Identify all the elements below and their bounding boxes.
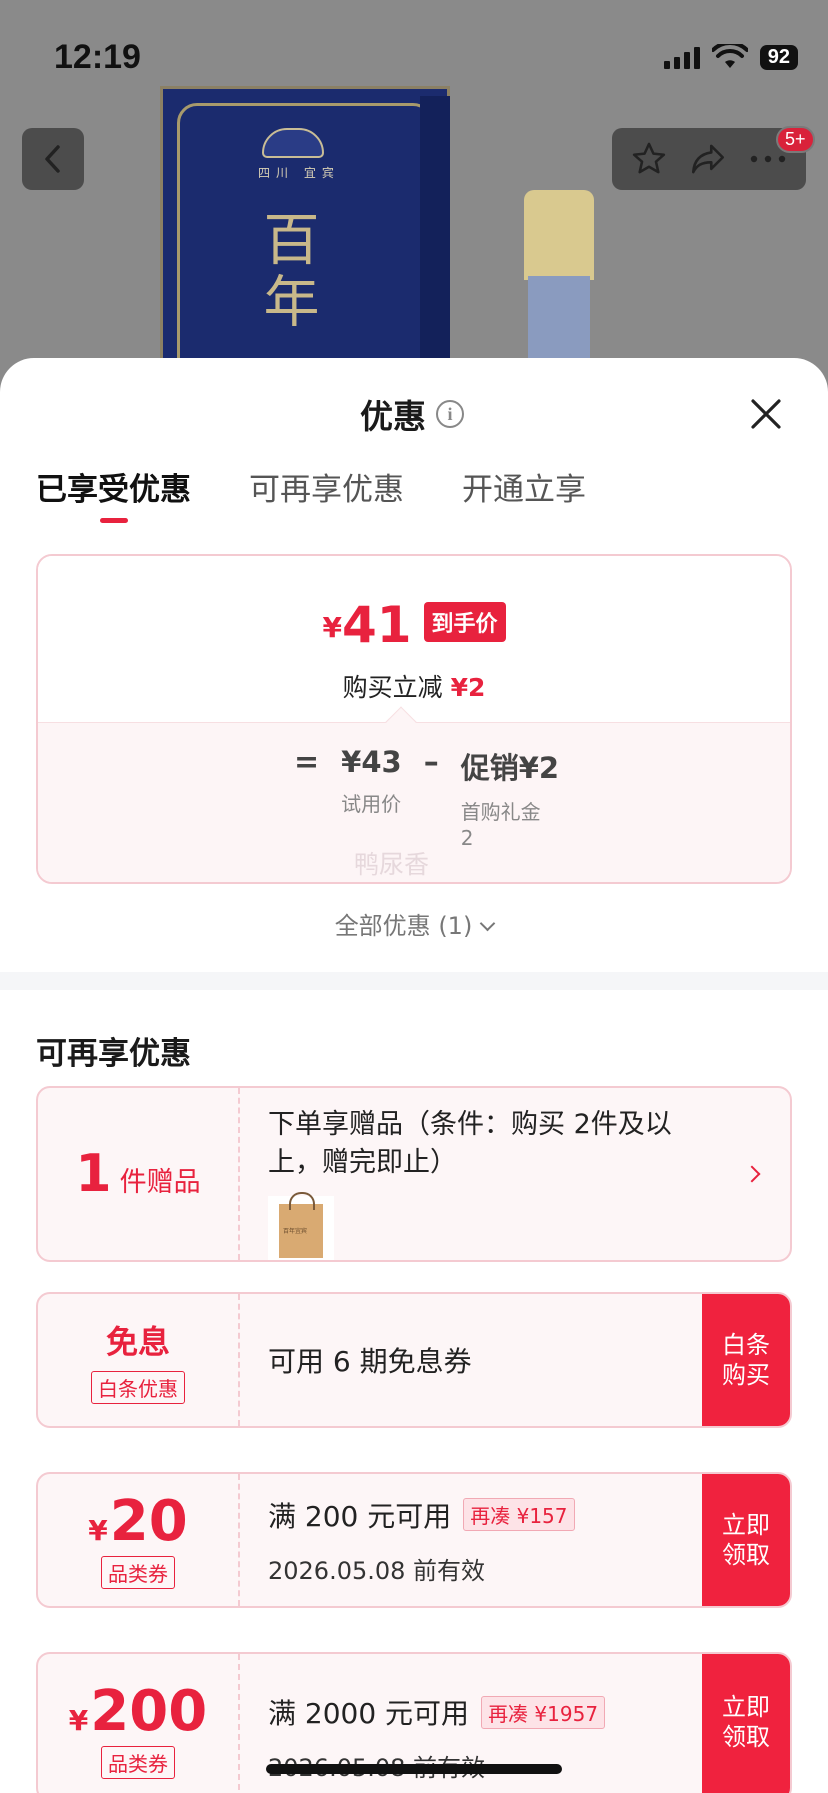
final-price-currency: ¥ xyxy=(322,611,342,644)
final-price-value: 41 xyxy=(341,596,412,654)
final-price-line: ¥ 41 到手价 xyxy=(38,600,790,650)
home-indicator xyxy=(266,1764,562,1774)
gift-unit: 件赠品 xyxy=(119,1167,201,1198)
coupon-validity: 2026.05.08 前有效 xyxy=(268,1556,486,1585)
watermark-text: 鸭尿香 xyxy=(354,850,430,879)
gift-bag-text: 百年宜宾 xyxy=(283,1228,308,1235)
coupon-type-tag: 品类券 xyxy=(101,1746,175,1779)
tab-enjoyed[interactable]: 已享受优惠 xyxy=(36,464,191,523)
notification-badge: 5+ xyxy=(776,126,815,153)
final-price-section: ¥ 41 到手价 购买立减 ¥2 xyxy=(38,556,790,722)
section-divider xyxy=(0,972,828,990)
sheet-header: 优惠 i xyxy=(0,358,828,456)
coupon-amount: 20 xyxy=(109,1488,188,1554)
minus-sign: – xyxy=(423,745,439,780)
interest-free-title: 免息 xyxy=(105,1322,170,1361)
coupon-condition: 满 200 元可用 xyxy=(268,1499,452,1533)
gift-bag-image: 百年宜宾 xyxy=(268,1192,334,1260)
product-page-background: 四川 宜宾 百年 12:19 92 5+ xyxy=(0,0,828,420)
trial-price-label: 试用价 xyxy=(341,792,402,816)
gift-description: 下单享赠品（条件：购买 2件及以上，赠完即止） xyxy=(268,1109,672,1178)
gift-body: 下单享赠品（条件：购买 2件及以上，赠完即止） 百年宜宾 xyxy=(268,1088,700,1260)
coupon-remaining-badge: 再凑 ¥1957 xyxy=(481,1695,606,1729)
interest-free-block: 免息 白条优惠 xyxy=(38,1294,240,1426)
status-icons: 92 xyxy=(663,44,798,70)
price-formula-section: = ¥43 试用价 – 促销¥2 首购礼金 2 鸭尿香 xyxy=(38,706,790,882)
promo-label: 首购礼金 2 xyxy=(460,800,541,850)
wifi-icon xyxy=(711,44,748,68)
trial-price-value: ¥43 xyxy=(341,745,402,779)
price-formula: = ¥43 试用价 – 促销¥2 首购礼金 2 xyxy=(294,745,559,851)
equals-sign: = xyxy=(294,745,320,780)
product-box-title: 百年 xyxy=(254,210,319,334)
final-price-tag: 到手价 xyxy=(423,602,506,642)
all-offers-toggle[interactable]: 全部优惠 (1) xyxy=(0,906,828,941)
trial-price-item: ¥43 试用价 xyxy=(341,745,402,817)
gift-count-block: 1 件赠品 xyxy=(38,1088,240,1260)
coupon-amount: 200 xyxy=(90,1679,208,1744)
price-breakdown-card: ¥ 41 到手价 购买立减 ¥2 = ¥43 试用价 – 促销¥2 首购礼金 2 xyxy=(36,554,792,884)
back-button[interactable] xyxy=(22,128,84,190)
gift-count: 1 xyxy=(75,1144,112,1204)
close-icon[interactable] xyxy=(748,396,784,432)
coupon-currency: ¥ xyxy=(88,1513,108,1547)
chevron-right-icon xyxy=(743,1165,761,1183)
battery-indicator: 92 xyxy=(759,44,798,70)
more-options-icon[interactable] xyxy=(748,153,788,165)
sheet-title-group: 优惠 i xyxy=(360,390,464,438)
status-time: 12:19 xyxy=(54,38,141,76)
info-icon[interactable]: i xyxy=(436,400,464,428)
coupon-card-20: ¥ 20 品类券 满 200 元可用 再凑 ¥157 2026.05.08 前有… xyxy=(36,1472,792,1608)
chevron-left-icon xyxy=(45,145,60,173)
claim-coupon-button[interactable]: 立即 领取 xyxy=(702,1474,790,1606)
star-favorite-icon[interactable] xyxy=(630,140,668,178)
share-icon[interactable] xyxy=(688,141,728,177)
interest-free-tag: 白条优惠 xyxy=(91,1370,185,1404)
coupon-body: 满 200 元可用 再凑 ¥157 2026.05.08 前有效 xyxy=(268,1474,700,1606)
instant-discount-amount: ¥2 xyxy=(450,673,486,702)
instant-discount-line: 购买立减 ¥2 xyxy=(38,668,790,704)
sheet-title: 优惠 xyxy=(360,397,426,436)
product-box-text: 四川 宜宾 xyxy=(258,166,340,180)
discount-sheet: 优惠 i 已享受优惠 可再享优惠 开通立享 ¥ 41 到手价 购买立减 ¥2 =… xyxy=(0,358,828,1793)
chevron-down-icon xyxy=(480,915,496,932)
coupon-currency: ¥ xyxy=(68,1704,89,1737)
coupon-condition: 满 2000 元可用 xyxy=(268,1697,470,1730)
gift-offer-card[interactable]: 1 件赠品 下单享赠品（条件：购买 2件及以上，赠完即止） 百年宜宾 xyxy=(36,1086,792,1262)
claim-coupon-button[interactable]: 立即 领取 xyxy=(702,1654,790,1793)
promo-item: 促销¥2 首购礼金 2 xyxy=(461,745,559,851)
offer-tabs: 已享受优惠 可再享优惠 开通立享 xyxy=(36,464,586,523)
coupon-type-tag: 品类券 xyxy=(101,1555,175,1589)
status-bar: 12:19 92 xyxy=(0,0,828,120)
interest-free-body: 可用 6 期免息券 xyxy=(268,1294,700,1426)
promo-value: 促销¥2 xyxy=(460,751,560,785)
all-offers-label: 全部优惠 (1) xyxy=(334,912,473,940)
tab-open-to-enjoy[interactable]: 开通立享 xyxy=(462,464,586,523)
baitiao-buy-button[interactable]: 白条 购买 xyxy=(702,1294,790,1426)
coupon-amount-block: ¥ 20 品类券 xyxy=(38,1474,240,1606)
more-offers-title: 可再享优惠 xyxy=(36,1036,191,1072)
coupon-amount-block: ¥ 200 品类券 xyxy=(38,1654,240,1793)
coupon-remaining-badge: 再凑 ¥157 xyxy=(463,1498,575,1531)
interest-free-description: 可用 6 期免息券 xyxy=(268,1345,472,1378)
interest-free-card: 免息 白条优惠 可用 6 期免息券 白条 购买 xyxy=(36,1292,792,1428)
tab-more-available[interactable]: 可再享优惠 xyxy=(249,464,404,523)
cellular-signal-icon xyxy=(663,45,700,69)
instant-discount-label: 购买立减 xyxy=(342,673,443,702)
